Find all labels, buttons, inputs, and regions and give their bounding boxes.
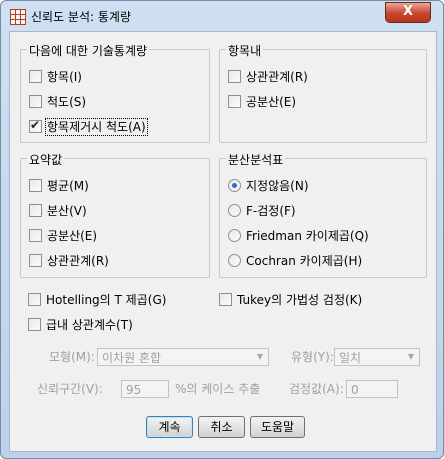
summary-correlations-checkbox-label: 상관관계(R) xyxy=(47,254,109,268)
means-checkbox-label: 평균(M) xyxy=(47,179,89,193)
help-button[interactable]: 도움말 xyxy=(250,416,305,438)
icc-checkbox-label: 급내 상관계수(T) xyxy=(46,318,133,332)
means-checkbox[interactable]: 평균(M) xyxy=(29,178,89,194)
anova-cochran-radio[interactable]: Cochran 카이제곱(H) xyxy=(228,253,362,269)
title-bar[interactable]: 신뢰도 분석: 통계량 X xyxy=(1,1,443,31)
summary-covariances-checkbox-box[interactable] xyxy=(29,229,42,242)
item-checkbox-box[interactable] xyxy=(29,70,42,83)
cancel-button[interactable]: 취소 xyxy=(198,416,245,438)
hotelling-checkbox-label: Hotelling의 T 제곱(G) xyxy=(46,293,167,307)
anova-friedman-radio-label: Friedman 카이제곱(Q) xyxy=(246,229,369,243)
covariances-checkbox-box[interactable] xyxy=(228,95,241,108)
test-value-input[interactable]: 0 xyxy=(346,380,398,398)
tukey-checkbox[interactable]: Tukey의 가법성 검정(K) xyxy=(219,292,362,308)
type-label: 유형(Y): xyxy=(291,350,334,364)
dialog-title: 신뢰도 분석: 통계량 xyxy=(31,10,131,24)
chevron-down-icon[interactable]: ▼ xyxy=(252,349,268,365)
correlations-checkbox[interactable]: 상관관계(R) xyxy=(228,69,308,85)
correlations-checkbox-box[interactable] xyxy=(228,70,241,83)
covariances-checkbox-label: 공분산(E) xyxy=(246,95,297,109)
confidence-interval-input[interactable]: 95 xyxy=(121,380,169,398)
anova-friedman-radio-dot[interactable] xyxy=(228,229,241,242)
icc-checkbox-box[interactable] xyxy=(28,318,41,331)
summary-covariances-checkbox[interactable]: 공분산(E) xyxy=(29,228,97,244)
covariances-checkbox[interactable]: 공분산(E) xyxy=(228,94,296,110)
scale-checkbox[interactable]: 척도(S) xyxy=(29,94,86,110)
summary-correlations-checkbox-box[interactable] xyxy=(29,254,42,267)
variances-checkbox-label: 분산(V) xyxy=(47,204,87,218)
anova-group: 분산분석표 지정않음(N) F-검정(F) Friedman 카이제곱(Q) C… xyxy=(219,151,427,278)
type-dropdown-value: 일치 xyxy=(339,351,362,365)
anova-none-radio-dot[interactable] xyxy=(228,179,241,192)
hotelling-checkbox-box[interactable] xyxy=(28,293,41,306)
anova-friedman-radio[interactable]: Friedman 카이제곱(Q) xyxy=(228,228,369,244)
anova-none-radio-label: 지정않음(N) xyxy=(246,179,309,193)
variances-checkbox-box[interactable] xyxy=(29,204,42,217)
close-icon: X xyxy=(402,4,414,19)
scale-if-deleted-checkbox[interactable]: 항목제거시 척도(A) xyxy=(29,117,148,136)
summary-covariances-checkbox-label: 공분산(E) xyxy=(47,229,98,243)
test-value-label: 검정값(A): xyxy=(289,382,344,396)
anova-group-title: 분산분석표 xyxy=(226,151,286,168)
means-checkbox-box[interactable] xyxy=(29,179,42,192)
inter-item-group: 항목내 상관관계(R) 공분산(E) xyxy=(219,42,427,143)
chevron-down-icon[interactable]: ▼ xyxy=(403,349,419,365)
scale-if-deleted-checkbox-box[interactable] xyxy=(29,117,42,133)
continue-button[interactable]: 계속 xyxy=(146,416,193,438)
spss-table-icon xyxy=(10,9,26,25)
model-dropdown-value: 이차원 혼합 xyxy=(102,351,162,365)
inter-item-group-title: 항목내 xyxy=(226,42,264,59)
hotelling-checkbox[interactable]: Hotelling의 T 제곱(G) xyxy=(28,292,166,308)
scale-checkbox-label: 척도(S) xyxy=(47,95,87,109)
descriptives-group: 다음에 대한 기술통계량 항목(I) 척도(S) 항목제거시 척도(A) xyxy=(20,42,210,143)
summaries-group: 요약값 평균(M) 분산(V) 공분산(E) 상관관계(R) xyxy=(20,151,210,278)
scale-checkbox-box[interactable] xyxy=(29,95,42,108)
variances-checkbox[interactable]: 분산(V) xyxy=(29,203,87,219)
correlations-checkbox-label: 상관관계(R) xyxy=(246,70,308,84)
summary-correlations-checkbox[interactable]: 상관관계(R) xyxy=(29,253,109,269)
item-checkbox-label: 항목(I) xyxy=(47,70,82,84)
anova-cochran-radio-dot[interactable] xyxy=(228,254,241,267)
dialog-window: 신뢰도 분석: 통계량 X 다음에 대한 기술통계량 항목(I) 척도(S) 항… xyxy=(0,0,444,459)
anova-cochran-radio-label: Cochran 카이제곱(H) xyxy=(246,254,363,268)
anova-f-test-radio-label: F-검정(F) xyxy=(246,204,296,218)
descriptives-group-title: 다음에 대한 기술통계량 xyxy=(27,42,150,59)
type-dropdown[interactable]: 일치 ▼ xyxy=(334,348,420,366)
anova-none-radio[interactable]: 지정않음(N) xyxy=(228,178,309,194)
confidence-interval-suffix: %의 케이스 추출 xyxy=(175,382,261,396)
confidence-interval-label: 신뢰구간(V): xyxy=(37,382,103,396)
anova-f-test-radio-dot[interactable] xyxy=(228,204,241,217)
tukey-checkbox-label: Tukey의 가법성 검정(K) xyxy=(237,293,363,307)
model-dropdown[interactable]: 이차원 혼합 ▼ xyxy=(97,348,269,366)
item-checkbox[interactable]: 항목(I) xyxy=(29,69,82,85)
dialog-body: 다음에 대한 기술통계량 항목(I) 척도(S) 항목제거시 척도(A) 항목내… xyxy=(9,31,437,452)
close-button[interactable]: X xyxy=(385,2,431,23)
model-label: 모형(M): xyxy=(49,350,95,364)
scale-if-deleted-checkbox-label: 항목제거시 척도(A) xyxy=(45,118,148,136)
anova-f-test-radio[interactable]: F-검정(F) xyxy=(228,203,296,219)
summaries-group-title: 요약값 xyxy=(27,151,65,168)
icc-checkbox[interactable]: 급내 상관계수(T) xyxy=(28,317,133,333)
tukey-checkbox-box[interactable] xyxy=(219,293,232,306)
